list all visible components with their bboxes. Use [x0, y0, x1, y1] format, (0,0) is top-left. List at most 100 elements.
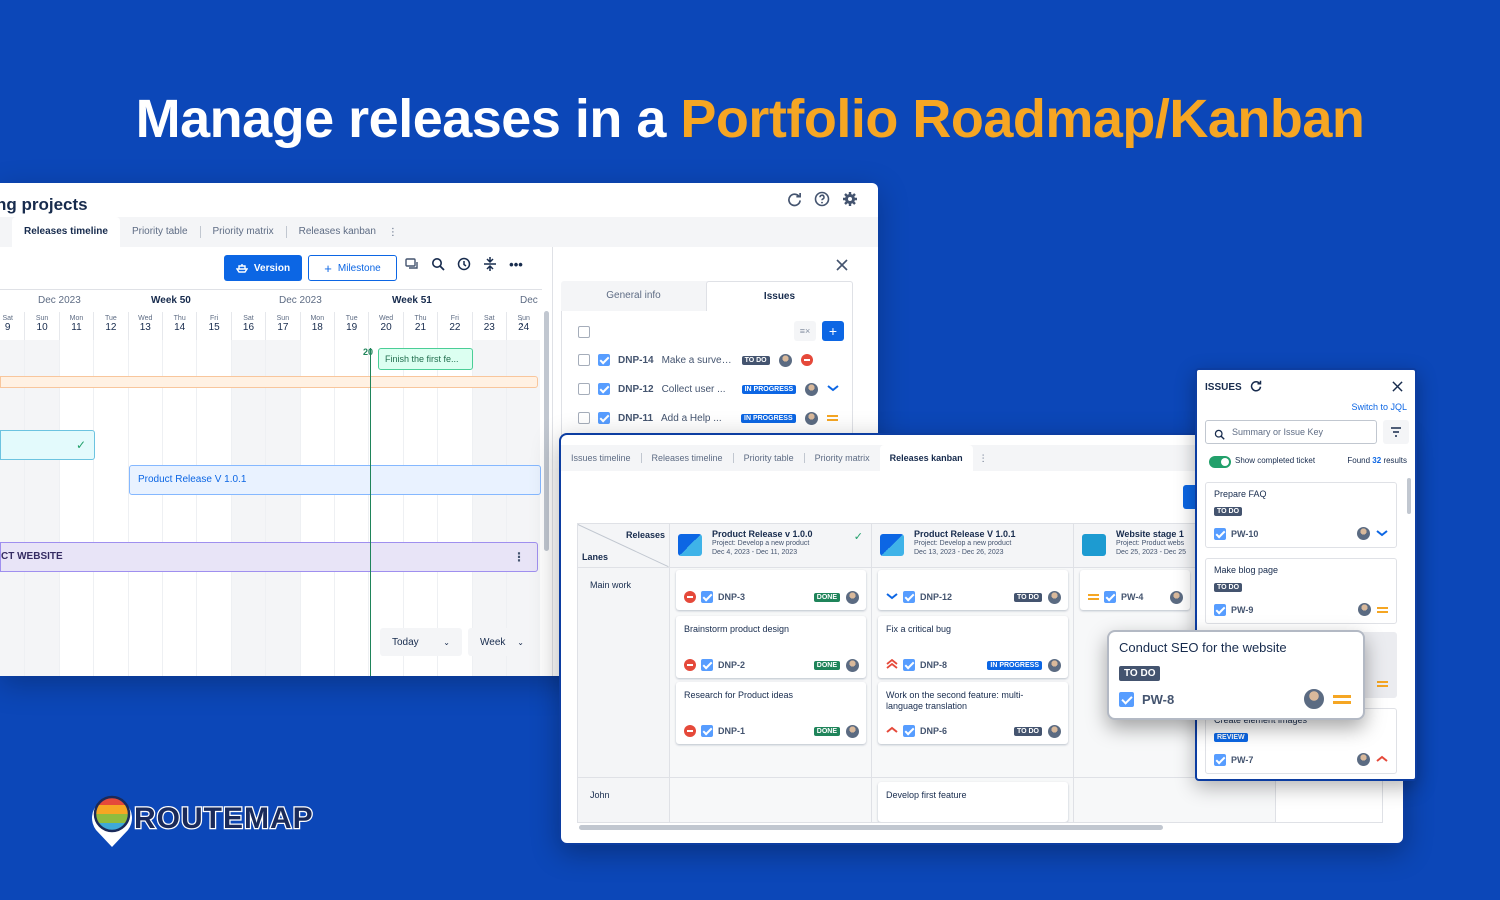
- kanban-card[interactable]: Brainstorm product design DNP-2 DONE: [676, 616, 866, 678]
- comments-icon[interactable]: [404, 256, 420, 272]
- issue-card-title: Prepare FAQ: [1214, 489, 1267, 499]
- issue-row[interactable]: DNP-11 Add a Help ... IN PROGRESS: [578, 407, 848, 429]
- releases-heading: Releases: [625, 530, 665, 540]
- row-checkbox[interactable]: [578, 354, 590, 366]
- project-bar-orange[interactable]: [0, 376, 538, 388]
- issue-card-footer: PW-10: [1214, 526, 1388, 541]
- collapse-icon[interactable]: [482, 256, 498, 272]
- tab-more-icon[interactable]: ⋮: [388, 227, 398, 238]
- day-name: Sat: [2, 315, 13, 322]
- tab-releases-timeline[interactable]: Releases timeline: [12, 217, 120, 247]
- history-icon[interactable]: [456, 256, 472, 272]
- kanban-card[interactable]: DNP-12 TO DO: [878, 570, 1068, 610]
- row-checkbox[interactable]: [578, 383, 590, 395]
- switch-to-jql-link[interactable]: Switch to JQL: [1351, 402, 1407, 412]
- close-icon[interactable]: [834, 257, 850, 273]
- issue-card[interactable]: Make blog page TO DO PW-9: [1205, 558, 1397, 624]
- release-column-header[interactable]: Product Release v 1.0.0 Project: Develop …: [670, 524, 872, 568]
- card-key[interactable]: DNP-2: [718, 660, 745, 670]
- card-key[interactable]: DNP-8: [920, 660, 947, 670]
- kanban-card[interactable]: Fix a critical bug DNP-8 IN PROGRESS: [878, 616, 1068, 678]
- card-key[interactable]: DNP-12: [920, 592, 952, 602]
- search-input[interactable]: Summary or Issue Key: [1205, 420, 1377, 444]
- help-icon[interactable]: [814, 191, 830, 207]
- card-key[interactable]: DNP-6: [920, 726, 947, 736]
- view-tabs: Releases timeline Priority table Priorit…: [0, 217, 878, 247]
- milestone-chip[interactable]: Finish the first fe...: [378, 348, 473, 370]
- kanban-card[interactable]: Develop first feature: [878, 782, 1068, 822]
- tab-releases-kanban[interactable]: Releases kanban: [287, 217, 388, 247]
- issue-key[interactable]: DNP-14: [618, 355, 654, 366]
- card-key[interactable]: DNP-3: [718, 592, 745, 602]
- card-title: Brainstorm product design: [684, 624, 790, 634]
- card-key[interactable]: PW-4: [1121, 592, 1143, 602]
- issue-row[interactable]: DNP-14 Make a survey form TO DO: [578, 349, 848, 371]
- issue-card-key[interactable]: PW-7: [1231, 755, 1253, 765]
- tab-general-info[interactable]: General info: [561, 281, 706, 311]
- kanban-tabs: Issues timeline Releases timeline Priori…: [561, 445, 1201, 471]
- project-bar-label: CT WEBSITE: [1, 551, 63, 562]
- tab-releases-timeline[interactable]: Releases timeline: [642, 445, 733, 471]
- priority-medium-icon: [1333, 694, 1351, 704]
- issues-title-text: ISSUES: [1205, 382, 1242, 393]
- select-all-checkbox[interactable]: [578, 326, 590, 338]
- issue-card[interactable]: Prepare FAQ TO DO PW-10: [1205, 482, 1397, 548]
- more-icon[interactable]: •••: [508, 256, 524, 272]
- kanban-card[interactable]: DNP-3 DONE: [676, 570, 866, 610]
- horizontal-scrollbar[interactable]: [579, 825, 1163, 830]
- show-completed-toggle[interactable]: [1209, 456, 1231, 468]
- filter-button[interactable]: [1383, 420, 1409, 444]
- search-icon[interactable]: [430, 256, 446, 272]
- day-number: 10: [36, 322, 48, 333]
- row-checkbox[interactable]: [578, 412, 590, 424]
- issue-type-icon: [701, 659, 713, 671]
- project-bar-website[interactable]: CT WEBSITE ⋮: [0, 542, 538, 572]
- tab-stub[interactable]: [0, 217, 12, 247]
- tab-priority-table[interactable]: Priority table: [734, 445, 804, 471]
- card-title: Develop first feature: [886, 790, 967, 800]
- issue-type-icon: [903, 591, 915, 603]
- month-label: Dec 2023: [279, 295, 322, 306]
- zoom-dropdown[interactable]: Week ⌄: [468, 628, 536, 656]
- kanban-card[interactable]: PW-4: [1080, 570, 1190, 610]
- tab-issues-timeline[interactable]: Issues timeline: [561, 445, 641, 471]
- dragged-issue-card[interactable]: Conduct SEO for the website TO DO PW-8: [1107, 630, 1365, 720]
- card-key[interactable]: DNP-1: [718, 726, 745, 736]
- release-column-header[interactable]: Product Release V 1.0.1 Project: Develop …: [872, 524, 1074, 568]
- clear-filter-icon[interactable]: ≡×: [794, 321, 816, 341]
- card-footer: DNP-6 TO DO: [886, 723, 1062, 739]
- add-version-button[interactable]: Version: [224, 255, 302, 281]
- issue-key[interactable]: DNP-12: [618, 384, 654, 395]
- issue-summary: Collect user ...: [661, 383, 726, 395]
- close-icon[interactable]: [1389, 378, 1405, 394]
- day-number: 19: [346, 322, 358, 333]
- release-bar-done[interactable]: ✓: [0, 430, 95, 460]
- tab-priority-table[interactable]: Priority table: [120, 217, 200, 247]
- refresh-icon[interactable]: [786, 191, 802, 207]
- tab-priority-matrix[interactable]: Priority matrix: [805, 445, 880, 471]
- issue-key[interactable]: DNP-11: [618, 413, 653, 424]
- day-cell: Sun 10: [24, 312, 58, 340]
- today-dropdown[interactable]: Today ⌄: [380, 628, 462, 656]
- tab-releases-kanban[interactable]: Releases kanban: [879, 445, 973, 471]
- issue-row[interactable]: DNP-12 Collect user ... IN PROGRESS: [578, 378, 848, 400]
- kanban-card[interactable]: Work on the second feature: multi-langua…: [878, 682, 1068, 744]
- tab-issues[interactable]: Issues: [706, 281, 853, 311]
- issue-type-icon: [701, 591, 713, 603]
- add-issue-button[interactable]: +: [822, 321, 844, 341]
- issue-card-key[interactable]: PW-10: [1231, 529, 1258, 539]
- tab-priority-matrix[interactable]: Priority matrix: [201, 217, 286, 247]
- settings-icon[interactable]: [842, 191, 858, 207]
- day-name: Sat: [484, 315, 495, 322]
- issue-card-key[interactable]: PW-9: [1231, 605, 1253, 615]
- dragged-card-key[interactable]: PW-8: [1142, 692, 1174, 707]
- release-bar[interactable]: Product Release V 1.0.1: [129, 465, 541, 495]
- kebab-icon[interactable]: ⋮: [513, 543, 525, 571]
- issues-scrollbar[interactable]: [1407, 478, 1411, 514]
- vertical-scrollbar[interactable]: [544, 311, 549, 551]
- tab-more-icon[interactable]: ⋮: [979, 445, 988, 471]
- add-milestone-button[interactable]: + Milestone: [308, 255, 397, 281]
- kanban-card[interactable]: Research for Product ideas DNP-1 DONE: [676, 682, 866, 744]
- avatar: [1356, 526, 1371, 541]
- refresh-icon[interactable]: [1250, 380, 1262, 395]
